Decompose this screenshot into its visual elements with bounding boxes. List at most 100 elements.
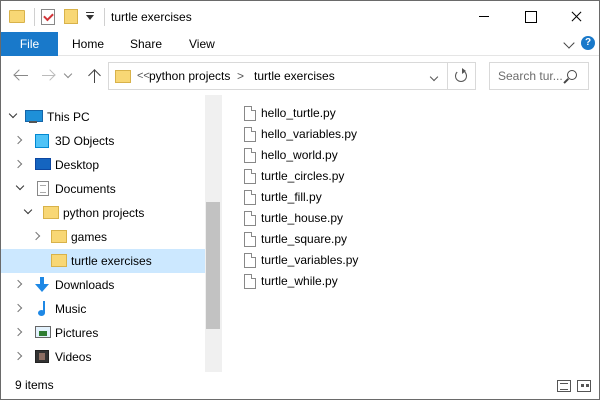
folder-icon	[51, 230, 67, 243]
large-icons-view-icon[interactable]	[577, 380, 591, 392]
back-button[interactable]	[13, 67, 29, 83]
tree-item-this-pc[interactable]: This PC	[1, 105, 205, 129]
up-button[interactable]	[87, 67, 103, 85]
address-dropdown-chevron-icon[interactable]	[429, 72, 439, 82]
search-box[interactable]: Search tur...	[489, 62, 589, 90]
python-file-icon	[244, 253, 256, 268]
dropdown-bar	[86, 12, 94, 13]
file-name: turtle_variables.py	[261, 253, 359, 267]
item-count: 9 items	[15, 378, 54, 392]
minimize-button[interactable]	[461, 1, 507, 32]
navigation-pane-scrollbar[interactable]	[205, 95, 222, 372]
collapsed-chevron-icon[interactable]	[13, 351, 23, 361]
tree-label: Music	[55, 302, 87, 316]
file-list: hello_turtle.py hello_variables.py hello…	[222, 95, 599, 372]
documents-icon	[37, 181, 49, 196]
collapsed-chevron-icon[interactable]	[13, 327, 23, 337]
tab-home[interactable]: Home	[72, 32, 104, 56]
collapsed-chevron-icon[interactable]	[13, 303, 23, 313]
folder-icon	[9, 10, 25, 23]
help-icon[interactable]: ?	[581, 36, 595, 50]
folder-icon	[115, 70, 131, 83]
collapsed-chevron-icon[interactable]	[31, 231, 41, 241]
caption-buttons	[461, 1, 599, 32]
expanded-chevron-icon[interactable]	[15, 181, 25, 191]
python-file-icon	[244, 232, 256, 247]
toolbar-separator	[34, 7, 35, 26]
tree-label: 3D Objects	[55, 134, 115, 148]
tab-share[interactable]: Share	[130, 32, 162, 56]
tree-label: Documents	[55, 182, 116, 196]
folder-icon	[43, 206, 59, 219]
collapsed-chevron-icon[interactable]	[13, 279, 23, 289]
file-name: hello_world.py	[261, 148, 338, 162]
address-bar[interactable]: << python projects > turtle exercises	[108, 62, 448, 90]
expanded-chevron-icon[interactable]	[23, 205, 33, 215]
3d-objects-icon	[35, 134, 49, 148]
expand-ribbon-chevron-icon[interactable]	[563, 37, 575, 49]
close-button[interactable]	[553, 1, 599, 32]
file-item[interactable]: hello_variables.py	[244, 124, 384, 145]
file-item[interactable]: turtle_house.py	[244, 208, 384, 229]
python-file-icon	[244, 190, 256, 205]
file-name: turtle_fill.py	[261, 190, 322, 204]
breadcrumb-separator[interactable]: >	[237, 63, 244, 89]
python-file-icon	[244, 274, 256, 289]
tree-item-videos[interactable]: Videos	[1, 345, 205, 369]
file-explorer-window: turtle exercises File Home Share View ?	[0, 0, 600, 400]
collapsed-chevron-icon[interactable]	[13, 159, 23, 169]
tree-item-turtle-exercises[interactable]: turtle exercises	[1, 249, 205, 273]
file-item[interactable]: turtle_variables.py	[244, 250, 384, 271]
customize-toolbar-dropdown-icon[interactable]	[86, 15, 94, 20]
tree-item-pictures[interactable]: Pictures	[1, 321, 205, 345]
file-item[interactable]: hello_turtle.py	[244, 103, 384, 124]
file-name: turtle_circles.py	[261, 169, 345, 183]
tree-item-documents[interactable]: Documents	[1, 177, 205, 201]
tree-label: games	[71, 230, 108, 244]
refresh-icon	[455, 68, 467, 82]
file-name: turtle_house.py	[261, 211, 344, 225]
this-pc-icon	[25, 110, 43, 124]
file-item[interactable]: turtle_square.py	[244, 229, 384, 250]
tree-label: Downloads	[55, 278, 115, 292]
tree-item-3d-objects[interactable]: 3D Objects	[1, 129, 205, 153]
ribbon-tabs: File Home Share View ?	[1, 32, 599, 56]
file-item[interactable]: turtle_circles.py	[244, 166, 384, 187]
tree-item-music[interactable]: Music	[1, 297, 205, 321]
forward-button[interactable]	[40, 67, 56, 83]
collapsed-chevron-icon[interactable]	[13, 135, 23, 145]
tab-view[interactable]: View	[189, 32, 215, 56]
quick-access-toolbar: turtle exercises	[1, 1, 192, 32]
tree-item-python-projects[interactable]: python projects	[1, 201, 205, 225]
file-item[interactable]: hello_world.py	[244, 145, 384, 166]
breadcrumb-turtle-exercises[interactable]: turtle exercises	[254, 63, 335, 89]
properties-icon[interactable]	[41, 8, 55, 25]
tree-label: python projects	[63, 206, 145, 220]
breadcrumb-python-projects[interactable]: python projects	[149, 63, 230, 89]
tab-file[interactable]: File	[1, 32, 58, 56]
maximize-button[interactable]	[507, 1, 553, 32]
tree-item-games[interactable]: games	[1, 225, 205, 249]
tree-item-desktop[interactable]: Desktop	[1, 153, 205, 177]
refresh-button[interactable]	[448, 62, 476, 90]
file-item[interactable]: turtle_fill.py	[244, 187, 384, 208]
expanded-chevron-icon[interactable]	[8, 109, 18, 119]
videos-icon	[35, 350, 49, 363]
search-input[interactable]: Search tur...	[498, 63, 563, 89]
recent-locations-chevron-icon[interactable]	[63, 69, 73, 79]
details-view-icon[interactable]	[557, 380, 571, 392]
python-file-icon	[244, 127, 256, 142]
downloads-icon	[35, 277, 49, 293]
address-overflow[interactable]: <<	[137, 63, 150, 89]
desktop-icon	[35, 158, 51, 170]
search-icon	[567, 70, 577, 80]
python-file-icon	[244, 169, 256, 184]
tree-item-downloads[interactable]: Downloads	[1, 273, 205, 297]
tree-label: Videos	[55, 350, 92, 364]
window-title: turtle exercises	[111, 9, 192, 24]
file-item[interactable]: turtle_while.py	[244, 271, 384, 292]
new-folder-icon[interactable]	[64, 9, 78, 24]
music-icon	[35, 301, 49, 317]
scrollbar-thumb[interactable]	[206, 202, 220, 329]
back-arrow-head	[13, 69, 25, 81]
